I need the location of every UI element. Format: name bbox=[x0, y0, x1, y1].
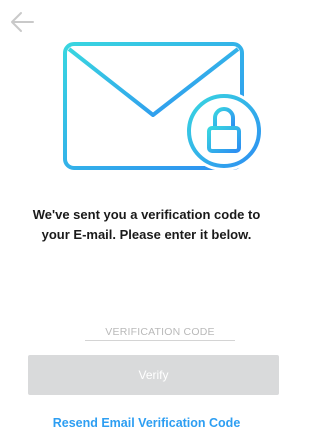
back-button[interactable] bbox=[9, 11, 35, 33]
instruction-line-2: your E-mail. Please enter it below. bbox=[41, 227, 252, 242]
verification-code-input[interactable] bbox=[85, 309, 235, 341]
instruction-line-1: We've sent you a verification code to bbox=[32, 207, 261, 222]
envelope-lock-icon bbox=[50, 35, 270, 185]
arrow-left-icon bbox=[9, 11, 35, 33]
instruction-message: We've sent you a verification code to yo… bbox=[0, 205, 293, 245]
envelope-lock-illustration bbox=[50, 35, 270, 185]
resend-code-link[interactable]: Resend Email Verification Code bbox=[0, 416, 293, 430]
verify-button[interactable]: Verify bbox=[28, 355, 279, 395]
